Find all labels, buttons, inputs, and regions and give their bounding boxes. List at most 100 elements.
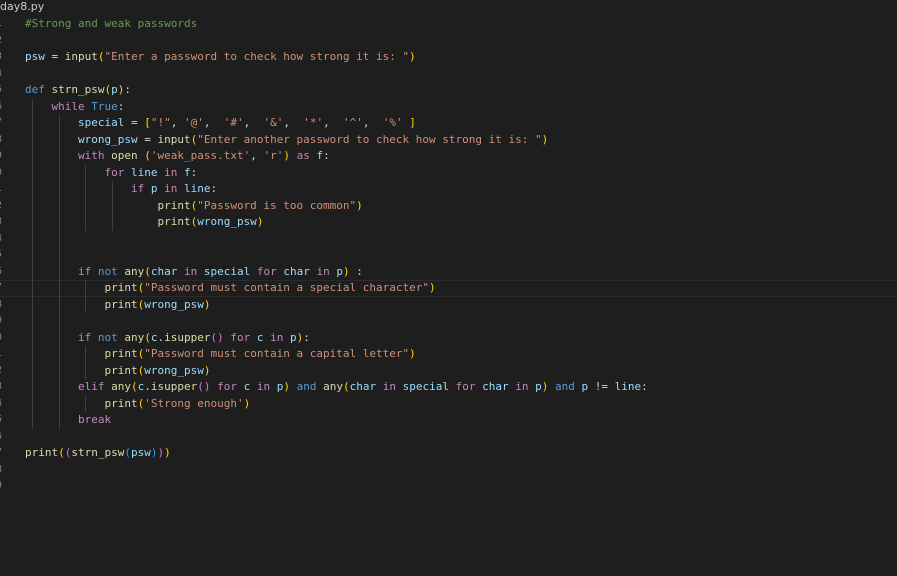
code-token: any	[124, 264, 145, 278]
code-token: p	[111, 83, 118, 96]
code-line[interactable]: 0 for line in f:	[0, 165, 897, 182]
code-token: (	[144, 149, 151, 162]
code-token: in	[164, 182, 184, 195]
line-number: 3	[0, 214, 6, 231]
code-token: in	[382, 380, 403, 393]
code-line[interactable]: 3 psw = input("Enter a password to check …	[0, 49, 897, 66]
code-line[interactable]: 4 print('Strong enough')	[0, 396, 897, 413]
code-token: !=	[588, 380, 615, 393]
code-token: "Password must contain a special charact…	[144, 281, 430, 294]
code-line[interactable]: 3 print(wrong_psw)	[0, 214, 897, 231]
code-token: (	[144, 264, 151, 278]
line-number: 4	[0, 66, 6, 83]
code-line[interactable]: 6 if not any(char in special for char in…	[0, 264, 897, 281]
code-token: :	[641, 380, 648, 393]
code-token: special	[77, 116, 125, 129]
code-token: ,	[362, 116, 383, 129]
code-token: '%'	[382, 116, 403, 129]
indent-guide	[85, 280, 87, 313]
line-number: 6	[0, 99, 6, 116]
code-token: any	[111, 380, 131, 393]
editor-window: day8.py 1#Strong and weak passwords23psw…	[0, 0, 897, 576]
line-number: 7	[0, 445, 6, 462]
code-line[interactable]: 9	[0, 478, 897, 495]
file-tab-title[interactable]: day8.py	[0, 0, 44, 14]
code-token: for	[104, 165, 131, 179]
code-line[interactable]: 4	[0, 66, 897, 83]
code-token: isupper	[150, 380, 198, 393]
code-token: ,	[250, 149, 264, 162]
code-token: )	[356, 198, 363, 212]
code-token: '^'	[342, 116, 363, 129]
code-line[interactable]: 1 if p in line:	[0, 181, 897, 198]
code-text: wrong_psw = input("Enter another passwor…	[25, 132, 548, 149]
line-number: 9	[0, 148, 6, 165]
code-line[interactable]: 5	[0, 247, 897, 264]
code-token: for	[455, 380, 483, 393]
code-line[interactable]: 7print((strn_psw(psw)))	[0, 445, 897, 462]
line-number: 2	[0, 363, 6, 380]
code-line[interactable]: 5 break	[0, 412, 897, 429]
code-token: if	[77, 264, 98, 278]
code-line[interactable]: 8 print(wrong_psw)	[0, 297, 897, 314]
code-token: break	[77, 413, 112, 426]
line-number: 3	[0, 49, 6, 66]
code-line[interactable]: 6	[0, 429, 897, 446]
code-token: in	[256, 380, 277, 393]
code-token: ,	[323, 116, 343, 129]
code-token: ()	[197, 380, 211, 393]
code-token: wrong_psw	[144, 363, 204, 377]
code-line[interactable]: 9 with open ('weak_pass.txt', 'r') as f:	[0, 148, 897, 165]
line-number: 8	[0, 132, 6, 149]
code-text: print("Password is too common")	[25, 198, 363, 215]
code-line[interactable]: 7 print("Password must contain a special…	[0, 280, 897, 297]
line-number: 5	[0, 247, 6, 264]
code-line[interactable]: 2 print(wrong_psw)	[0, 363, 897, 380]
code-token: (	[124, 446, 131, 459]
code-editor[interactable]: 1#Strong and weak passwords23psw = input…	[0, 14, 897, 576]
code-line[interactable]: 3 elif any(c.isupper() for c in p) and a…	[0, 379, 897, 396]
code-token: =	[137, 132, 158, 146]
code-token: line	[614, 380, 642, 393]
code-token: '&'	[263, 116, 284, 129]
code-text: break	[25, 412, 111, 429]
code-text: elif any(c.isupper() for c in p) and any…	[25, 379, 648, 396]
code-line[interactable]: 9	[0, 313, 897, 330]
code-token: (	[58, 446, 65, 459]
code-token: special	[203, 264, 251, 278]
code-line[interactable]: 2	[0, 33, 897, 50]
line-number: 3	[0, 379, 6, 396]
code-token: :	[210, 182, 218, 195]
line-number: 5	[0, 412, 6, 429]
code-line[interactable]: 8	[0, 462, 897, 479]
code-token: (	[144, 330, 151, 344]
code-text: if p in line:	[25, 181, 217, 198]
code-token: )	[283, 380, 290, 393]
code-token: p	[336, 264, 343, 278]
code-line[interactable]: 7 special = ["!", '@', '#', '&', '*', '^…	[0, 115, 897, 132]
line-number: 8	[0, 297, 6, 314]
code-line[interactable]: 5 def strn_psw(p):	[0, 82, 897, 99]
code-token: )	[283, 149, 290, 162]
code-token: psw	[130, 446, 151, 459]
code-line[interactable]: 8 wrong_psw = input("Enter another passw…	[0, 132, 897, 149]
code-line[interactable]: 1 print("Password must contain a capital…	[0, 346, 897, 363]
code-token: in	[316, 264, 337, 278]
code-text: #Strong and weak passwords	[25, 16, 197, 33]
code-token: if	[130, 182, 151, 195]
code-line[interactable]: 2 print("Password is too common")	[0, 198, 897, 215]
code-line[interactable]: 0 if not any(c.isupper() for c in p):	[0, 330, 897, 347]
code-line[interactable]: 1 #Strong and weak passwords	[0, 16, 897, 33]
code-line[interactable]: 6 while True:	[0, 99, 897, 116]
code-line[interactable]: 4	[0, 231, 897, 248]
code-token: :	[190, 165, 198, 179]
code-text: if not any(c.isupper() for c in p):	[25, 330, 310, 347]
code-token: )	[342, 264, 350, 278]
